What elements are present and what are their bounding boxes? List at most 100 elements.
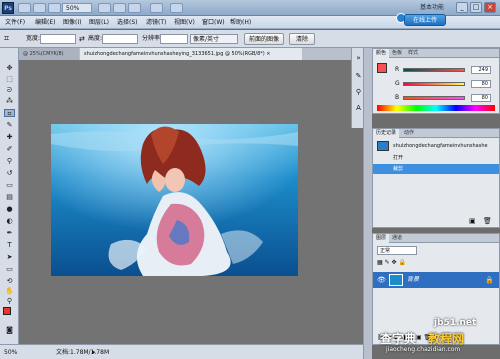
tab-color[interactable]: 颜色: [373, 49, 390, 58]
close-button[interactable]: ×: [484, 2, 496, 13]
layer-row-background[interactable]: 👁 背景 🔒: [373, 272, 499, 288]
canvas-image[interactable]: [51, 124, 298, 276]
tab-actions[interactable]: 动作: [401, 129, 417, 138]
history-brush-tool-icon[interactable]: ↺: [4, 169, 15, 177]
status-zoom[interactable]: 50%: [4, 347, 17, 358]
status-bar: 50% 文档:1.78M/1.78M ▸: [0, 344, 363, 359]
blend-mode-select[interactable]: 正常: [377, 246, 417, 255]
update-button[interactable]: 在线上传: [404, 14, 446, 26]
swap-icon[interactable]: ⇄: [79, 35, 85, 43]
tab-history[interactable]: 历史记录: [373, 129, 400, 138]
tab-layers[interactable]: 图层: [373, 234, 390, 243]
3d-rotate-tool-icon[interactable]: ⟲: [4, 277, 15, 285]
menu-view[interactable]: 视图(V): [174, 16, 195, 29]
channel-b-value[interactable]: 80: [471, 94, 491, 102]
underwater-photo: [51, 124, 298, 276]
resolution-field[interactable]: [160, 34, 188, 44]
foreground-color-swatch[interactable]: [3, 307, 11, 315]
minibridge-icon[interactable]: [33, 3, 46, 13]
menu-window[interactable]: 窗口(W): [202, 16, 225, 29]
hand-tool-icon[interactable]: [98, 3, 111, 13]
snapshot-name: shuizhongdechangfameinvhunshashe: [393, 143, 488, 149]
crop-tool-icon[interactable]: ⌗: [4, 109, 15, 118]
arrange-documents-icon[interactable]: [150, 3, 163, 13]
channel-g-slider[interactable]: [403, 82, 465, 86]
lasso-tool-icon[interactable]: ᘐ: [4, 86, 15, 94]
bridge-icon[interactable]: [18, 3, 31, 13]
front-image-button[interactable]: 前面的图像: [244, 33, 284, 45]
new-snapshot-icon[interactable]: ▣: [469, 217, 476, 225]
history-snapshot[interactable]: shuizhongdechangfameinvhunshashe: [373, 140, 499, 152]
visibility-eye-icon[interactable]: 👁: [377, 275, 386, 285]
clone-stamp-tool-icon[interactable]: ⚲: [4, 157, 15, 165]
channel-r-value[interactable]: 249: [471, 66, 491, 74]
site-watermark: jb51.net 查字典 教程网 jiaocheng.chazidian.com: [380, 318, 498, 356]
type-tool-icon[interactable]: T: [4, 241, 15, 249]
grid-icon[interactable]: [128, 3, 141, 13]
history-item-crop[interactable]: 裁剪: [373, 164, 499, 174]
pen-tool-icon[interactable]: ✒: [4, 229, 15, 237]
dodge-tool-icon[interactable]: ◐: [4, 217, 15, 225]
shape-tool-icon[interactable]: ▭: [4, 265, 15, 273]
width-field[interactable]: [40, 34, 76, 44]
layer-lock-icons[interactable]: ▦ ✎ ✥ 🔒: [377, 259, 437, 267]
color-ramp[interactable]: [377, 105, 495, 111]
path-selection-tool-icon[interactable]: ➤: [4, 253, 15, 261]
menu-help[interactable]: 帮助(H): [230, 16, 251, 29]
healing-brush-tool-icon[interactable]: ✚: [4, 133, 15, 141]
layer-thumbnail: [389, 274, 403, 286]
quick-mask-icon[interactable]: ◙: [4, 326, 15, 334]
hand-tool-icon[interactable]: ✋: [4, 287, 15, 295]
character-panel-icon[interactable]: A: [354, 104, 363, 113]
brush-tool-icon[interactable]: ✐: [4, 145, 15, 153]
gradient-tool-icon[interactable]: ▤: [4, 193, 15, 201]
clone-source-icon[interactable]: ⚲: [354, 88, 363, 97]
history-panel: 历史记录 动作 shuizhongdechangfameinvhunshashe…: [372, 128, 500, 228]
history-item-label: 裁剪: [393, 166, 404, 172]
menu-filter[interactable]: 滤镜(T): [146, 16, 166, 29]
menu-image[interactable]: 图像(I): [63, 16, 81, 29]
panel-expand-icon[interactable]: »: [354, 54, 363, 63]
history-item-open[interactable]: 打开: [373, 153, 499, 163]
height-field[interactable]: [102, 34, 138, 44]
tab-channels[interactable]: 通道: [389, 234, 405, 243]
menu-layer[interactable]: 图层(L): [89, 16, 109, 29]
zoom-tool-icon[interactable]: [113, 3, 126, 13]
status-menu-arrow-icon[interactable]: ▸: [92, 347, 96, 358]
layers-panel-header: 图层 通道: [373, 234, 499, 243]
workspace-switcher[interactable]: 基本功能: [420, 3, 444, 13]
menu-edit[interactable]: 编辑(E): [35, 16, 55, 29]
channel-b-slider[interactable]: [403, 96, 465, 100]
eraser-tool-icon[interactable]: ▭: [4, 181, 15, 189]
document-tab-active[interactable]: shuizhongdechangfameinvhunshasheying_313…: [80, 48, 302, 60]
brush-panel-icon[interactable]: ✎: [354, 72, 363, 81]
height-label: 高度:: [88, 35, 103, 42]
marquee-tool-icon[interactable]: ⬚: [4, 75, 15, 83]
zoom-level-select[interactable]: 50%: [62, 3, 92, 13]
blur-tool-icon[interactable]: ●: [4, 205, 15, 213]
tab-styles[interactable]: 样式: [405, 49, 421, 58]
channel-r-slider[interactable]: [403, 68, 465, 72]
view-extras-icon[interactable]: [48, 3, 61, 13]
menu-file[interactable]: 文件(F): [5, 16, 25, 29]
toolbox: ✥ ⬚ ᘐ ⁂ ⌗ ✎ ✚ ✐ ⚲ ↺ ▭ ▤ ● ◐ ✒ T ➤ ▭ ⟲ ✋ …: [0, 48, 19, 344]
photoshop-logo: Ps: [2, 2, 14, 14]
tab-swatches[interactable]: 色板: [389, 49, 405, 58]
menu-select[interactable]: 选择(S): [117, 16, 138, 29]
screen-mode-icon[interactable]: [170, 3, 183, 13]
maximize-button[interactable]: □: [470, 2, 482, 13]
color-panel-header: 颜色 色板 样式: [373, 49, 499, 58]
clear-button[interactable]: 清除: [289, 33, 315, 45]
document-tab[interactable]: @ 25%(CMYK/8): [19, 48, 79, 60]
minimize-button[interactable]: _: [456, 2, 468, 13]
zoom-tool-icon[interactable]: ⚲: [4, 297, 15, 305]
history-panel-header: 历史记录 动作: [373, 129, 499, 138]
move-tool-icon[interactable]: ✥: [4, 64, 15, 72]
channel-g-value[interactable]: 80: [471, 80, 491, 88]
eyedropper-tool-icon[interactable]: ✎: [4, 121, 15, 129]
canvas-area[interactable]: [19, 60, 363, 344]
delete-icon[interactable]: 🗑: [483, 217, 492, 225]
resolution-unit-select[interactable]: 像素/英寸: [190, 34, 238, 44]
magic-wand-tool-icon[interactable]: ⁂: [4, 97, 15, 105]
crop-tool-preset-icon[interactable]: ⌗: [4, 33, 18, 45]
